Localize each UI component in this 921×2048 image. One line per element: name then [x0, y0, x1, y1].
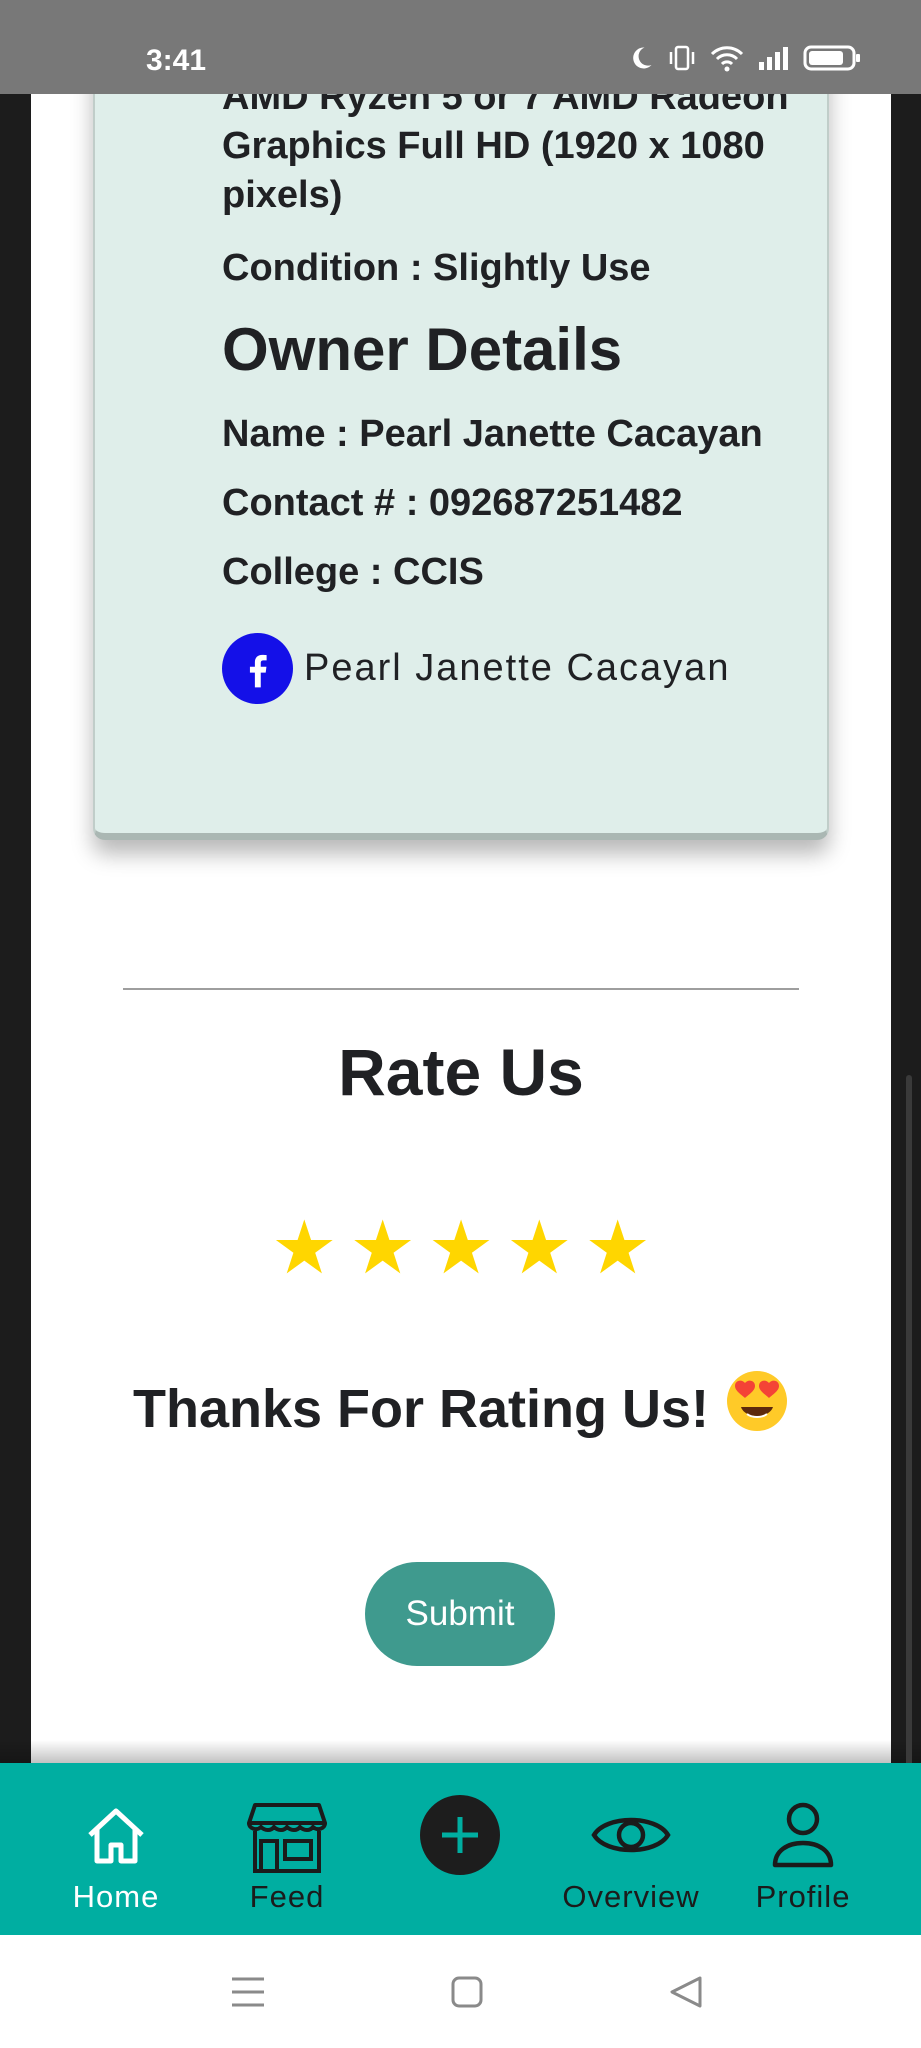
- owner-college: College : CCIS: [222, 551, 484, 593]
- star-icon[interactable]: ★: [349, 1210, 415, 1286]
- menu-icon[interactable]: [230, 1975, 266, 2009]
- nav-overview-label: Overview: [562, 1879, 700, 1914]
- star-rating[interactable]: ★ ★ ★ ★ ★: [31, 1210, 891, 1286]
- nav-profile-label: Profile: [755, 1879, 851, 1914]
- page-content[interactable]: Specification : Intel Core i5 or i7, AMD…: [31, 0, 891, 1763]
- nav-profile[interactable]: Profile: [728, 1763, 878, 1935]
- moon-icon: [633, 47, 652, 69]
- nav-feed[interactable]: Feed: [212, 1763, 362, 1935]
- eye-icon: [591, 1817, 671, 1853]
- star-icon[interactable]: ★: [506, 1210, 572, 1286]
- facebook-name[interactable]: Pearl Janette Cacayan: [304, 647, 730, 690]
- owner-name: Name : Pearl Janette Cacayan: [222, 413, 763, 455]
- product-details-card: Specification : Intel Core i5 or i7, AMD…: [93, 0, 829, 840]
- condition-text: Condition : Slightly Use: [222, 247, 651, 289]
- status-icons: [627, 44, 861, 72]
- signal-icon: [759, 47, 788, 70]
- system-nav-bar: [0, 1935, 921, 2048]
- heart-eyes-emoji: [725, 1369, 789, 1446]
- star-icon[interactable]: ★: [585, 1210, 651, 1286]
- facebook-icon[interactable]: [222, 633, 293, 704]
- person-icon: [772, 1802, 834, 1868]
- thanks-text: Thanks For Rating Us!: [132, 1379, 710, 1439]
- home-square-icon[interactable]: [450, 1975, 484, 2009]
- rate-us-title: Rate Us: [338, 1035, 584, 1109]
- divider: [123, 988, 799, 990]
- vibrate-icon: [669, 45, 695, 71]
- submit-button[interactable]: Submit: [365, 1562, 555, 1666]
- store-icon: [247, 1803, 327, 1873]
- facebook-link[interactable]: Pearl Janette Cacayan: [222, 633, 730, 704]
- add-button[interactable]: [420, 1795, 500, 1875]
- wifi-icon: [710, 46, 744, 72]
- owner-contact: Contact # : 092687251482: [222, 482, 683, 524]
- back-icon[interactable]: [668, 1975, 704, 2009]
- nav-home[interactable]: Home: [41, 1763, 191, 1935]
- nav-feed-label: Feed: [249, 1879, 325, 1914]
- status-bar: 3:41: [0, 0, 921, 94]
- battery-icon: [803, 45, 860, 71]
- star-icon[interactable]: ★: [271, 1210, 337, 1286]
- nav-overview[interactable]: Overview: [556, 1763, 706, 1935]
- owner-details-heading: Owner Details: [222, 316, 623, 383]
- star-icon[interactable]: ★: [428, 1210, 494, 1286]
- nav-home-label: Home: [72, 1879, 160, 1914]
- bottom-nav: Home Feed Overview Profile: [0, 1763, 921, 1935]
- nav-shadow: [0, 1740, 921, 1764]
- thanks-message: Thanks For Rating Us!: [31, 1371, 891, 1446]
- status-time: 3:41: [146, 44, 207, 77]
- home-icon: [88, 1808, 144, 1864]
- plus-icon: [442, 1817, 478, 1853]
